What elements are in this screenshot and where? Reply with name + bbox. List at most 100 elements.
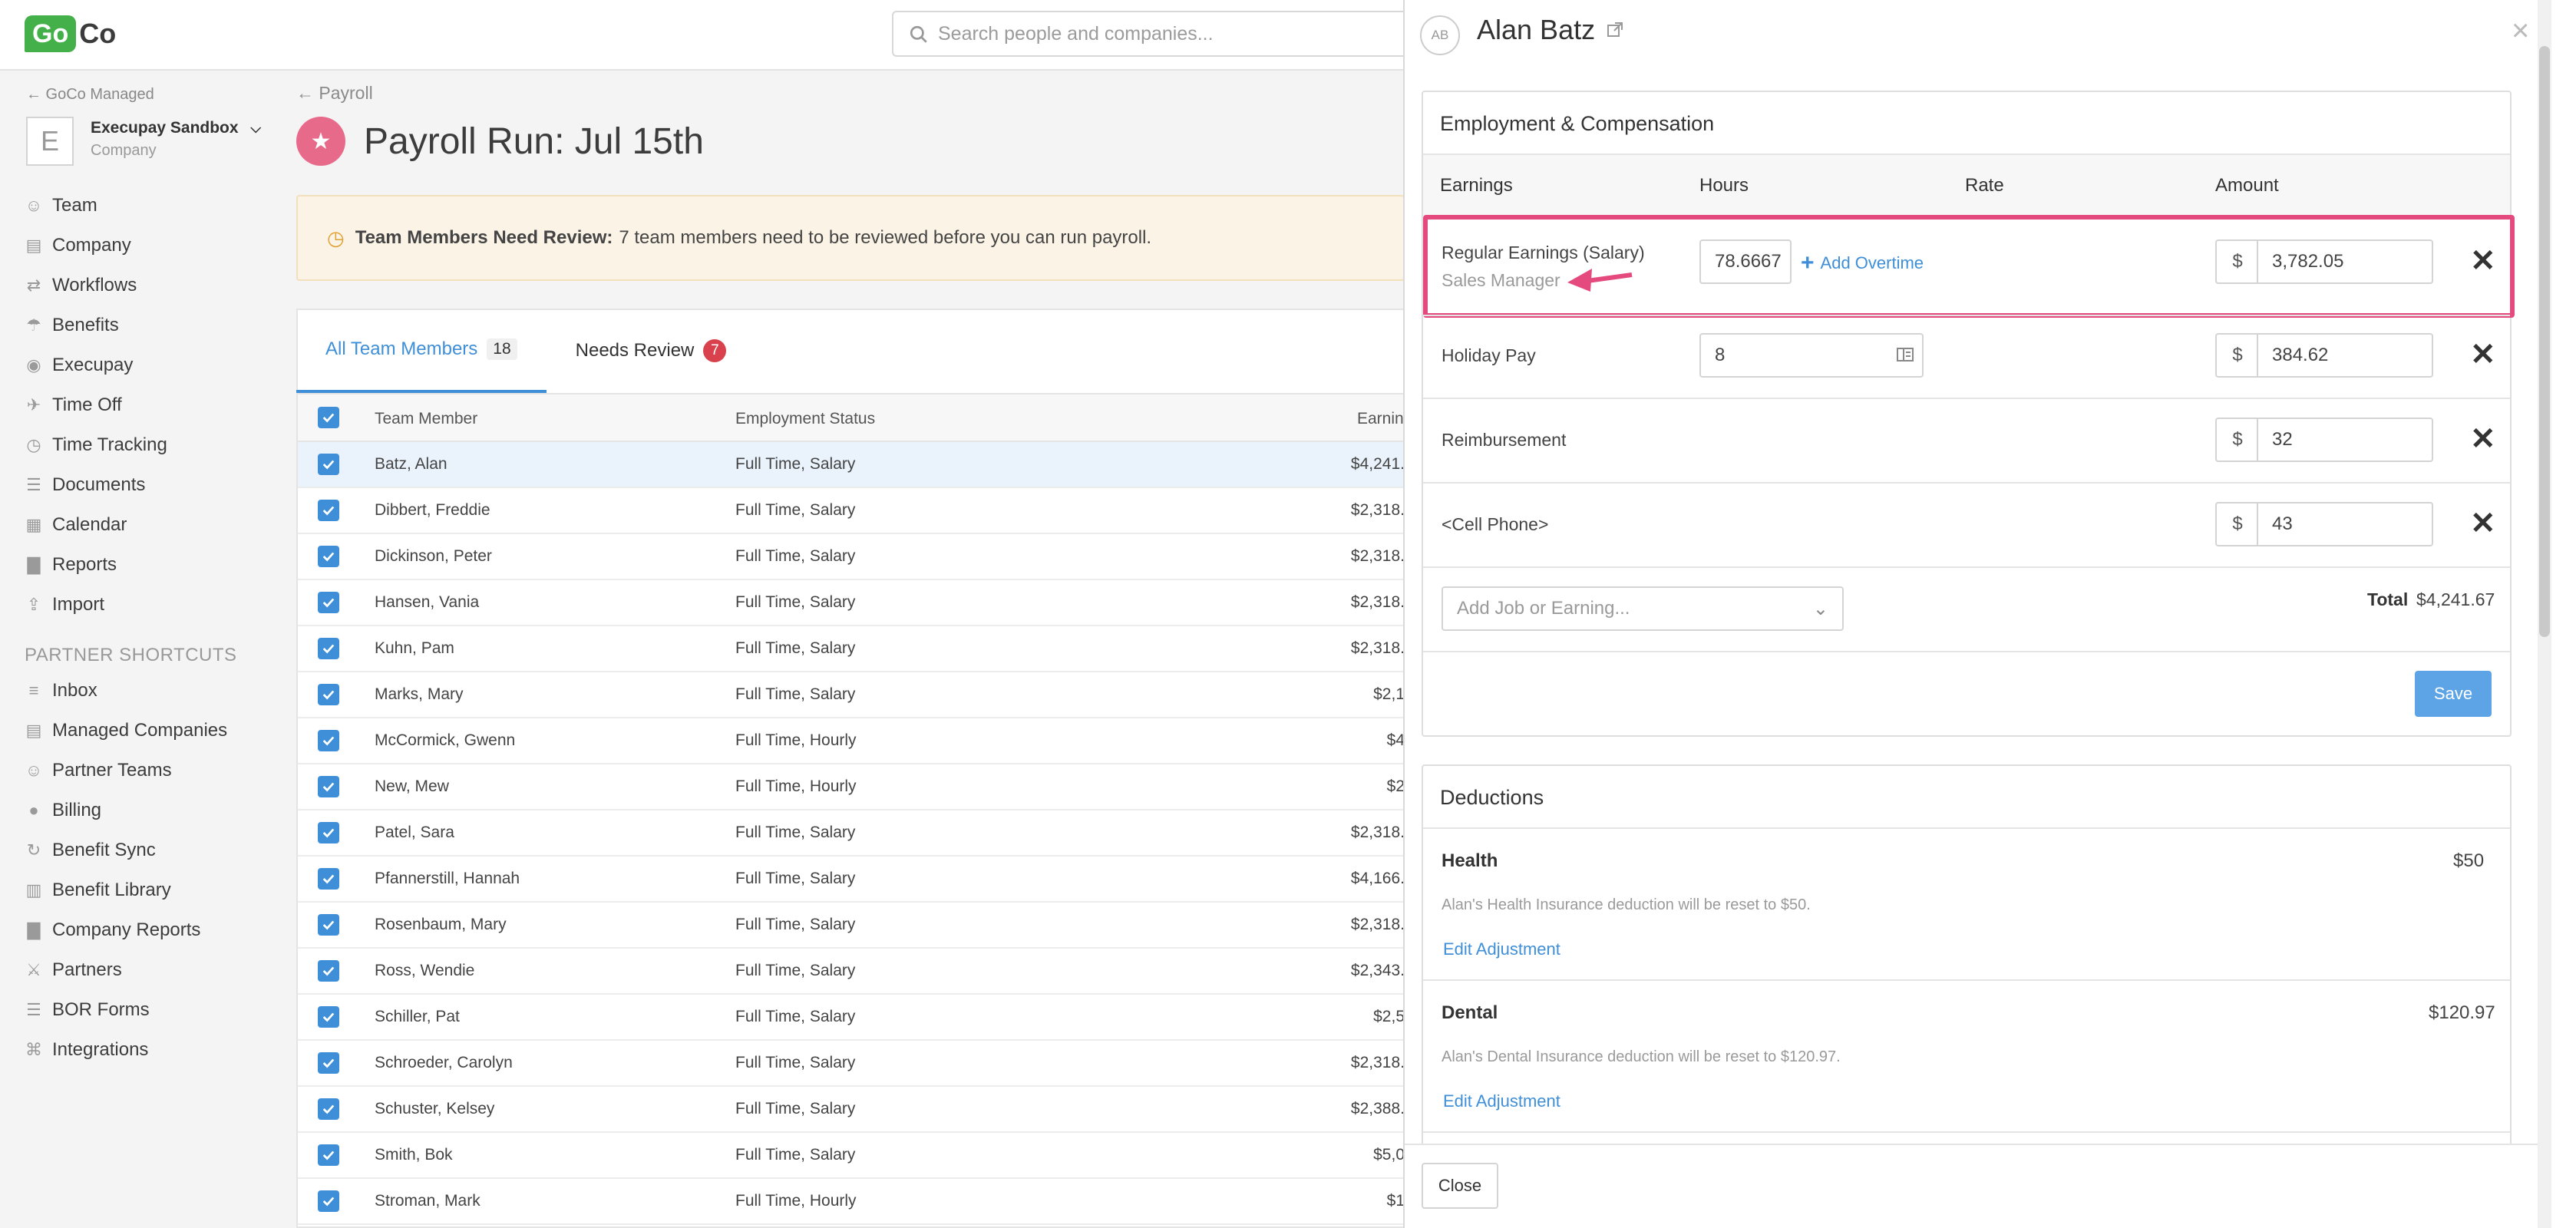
sidebar-item-import[interactable]: ⇪ Import <box>25 589 104 620</box>
breadcrumb[interactable]: ← Payroll <box>296 83 373 104</box>
cell-status: Full Time, Salary <box>735 1008 856 1025</box>
external-link-icon[interactable] <box>1606 21 1624 39</box>
sidebar-item-benefit-sync[interactable]: ↻ Benefit Sync <box>25 835 156 866</box>
calculator-icon[interactable] <box>1896 345 1914 368</box>
table-row[interactable]: Kuhn, Pam Full Time, Salary $2,318. <box>298 626 1405 672</box>
row-checkbox[interactable] <box>318 1041 339 1085</box>
goco-managed-link[interactable]: ← GoCo Managed <box>26 86 154 104</box>
row-checkbox[interactable] <box>318 534 339 579</box>
check-icon <box>322 782 335 792</box>
sidebar-item-calendar[interactable]: ▦ Calendar <box>25 510 127 540</box>
sidebar-item-partner-teams[interactable]: ☺ Partner Teams <box>25 755 172 786</box>
building-icon: ▤ <box>25 721 42 740</box>
row-checkbox[interactable] <box>318 949 339 993</box>
avatar: AB <box>1420 15 1460 55</box>
sidebar-item-billing[interactable]: ● Billing <box>25 795 101 826</box>
sidebar-item-bor-forms[interactable]: ☰ BOR Forms <box>25 995 150 1025</box>
amount-input[interactable]: 32 <box>2257 418 2433 462</box>
close-button[interactable]: Close <box>1422 1163 1498 1209</box>
select-all-checkbox[interactable] <box>318 407 339 428</box>
sidebar-item-benefit-library[interactable]: ▥ Benefit Library <box>25 875 171 906</box>
search-input[interactable]: Search people and companies... <box>892 11 1414 57</box>
sidebar-item-company-reports[interactable]: ▇ Company Reports <box>25 915 201 946</box>
table-row[interactable]: Dibbert, Freddie Full Time, Salary $2,318. <box>298 488 1405 534</box>
row-checkbox[interactable] <box>318 1133 339 1177</box>
sidebar-item-team[interactable]: ☺ Team <box>25 190 97 221</box>
table-row[interactable]: McCormick, Gwenn Full Time, Hourly $4 <box>298 718 1405 764</box>
sidebar-item-time-tracking[interactable]: ◷ Time Tracking <box>25 430 167 460</box>
cell-earnings: $2,343. <box>1351 962 1405 979</box>
cell-earnings: $2 <box>1386 777 1405 795</box>
deduction-note: Alan's Dental Insurance deduction will b… <box>1442 1048 1841 1065</box>
amount-input[interactable]: 384.62 <box>2257 333 2433 378</box>
sidebar-item-integrations[interactable]: ⌘ Integrations <box>25 1035 148 1065</box>
row-checkbox[interactable] <box>318 810 339 855</box>
sidebar-item-time-off[interactable]: ✈ Time Off <box>25 390 122 421</box>
table-row[interactable]: Schuster, Kelsey Full Time, Salary $2,388. <box>298 1087 1405 1133</box>
row-checkbox[interactable] <box>318 1087 339 1131</box>
col-team-member[interactable]: Team Member <box>375 410 477 428</box>
sidebar-item-managed-companies[interactable]: ▤ Managed Companies <box>25 715 228 746</box>
edit-adjustment-link[interactable]: Edit Adjustment <box>1443 1091 1560 1111</box>
row-checkbox[interactable] <box>318 442 339 487</box>
row-checkbox[interactable] <box>318 626 339 671</box>
row-checkbox[interactable] <box>318 1179 339 1223</box>
search-icon <box>910 25 927 43</box>
row-checkbox[interactable] <box>318 995 339 1039</box>
cell-name: Ross, Wendie <box>375 962 475 979</box>
table-row[interactable]: Smith, Bok Full Time, Salary $5,0 <box>298 1133 1405 1179</box>
company-switcher[interactable]: Execupay Sandbox ⌵ <box>91 119 261 137</box>
table-row[interactable]: Hansen, Vania Full Time, Salary $2,318. <box>298 580 1405 626</box>
table-row[interactable]: New, Mew Full Time, Hourly $2 <box>298 764 1405 810</box>
remove-earning-icon[interactable]: ✕ <box>2470 339 2496 370</box>
tab-needs-review[interactable]: Needs Review 7 <box>547 309 756 393</box>
save-button[interactable]: Save <box>2415 671 2492 717</box>
table-row[interactable]: Marks, Mary Full Time, Salary $2,1 <box>298 672 1405 718</box>
sidebar-item-label: Company Reports <box>52 919 201 940</box>
table-row[interactable]: Patel, Sara Full Time, Salary $2,318. <box>298 810 1405 857</box>
col-earnings[interactable]: Earnin <box>1357 410 1404 428</box>
row-checkbox[interactable] <box>318 580 339 625</box>
scroll-thumb[interactable] <box>2539 46 2550 637</box>
remove-earning-icon[interactable]: ✕ <box>2470 508 2496 539</box>
earning-label: Holiday Pay <box>1442 345 1536 365</box>
col-employment-status[interactable]: Employment Status <box>735 410 875 428</box>
review-count-badge: 7 <box>703 339 727 362</box>
sidebar-item-execupay[interactable]: ◉ Execupay <box>25 350 133 381</box>
row-checkbox[interactable] <box>318 857 339 901</box>
sidebar-item-documents[interactable]: ☰ Documents <box>25 470 145 500</box>
table-row[interactable]: Rosenbaum, Mary Full Time, Salary $2,318. <box>298 903 1405 949</box>
edit-adjustment-link[interactable]: Edit Adjustment <box>1443 939 1560 959</box>
sidebar-item-reports[interactable]: ▇ Reports <box>25 550 117 580</box>
sidebar-item-company[interactable]: ▤ Company <box>25 230 131 261</box>
table-row[interactable]: Dickinson, Peter Full Time, Salary $2,318. <box>298 534 1405 580</box>
table-row[interactable]: Pfannerstill, Hannah Full Time, Salary $4,… <box>298 857 1405 903</box>
table-row[interactable]: Schroeder, Carolyn Full Time, Salary $2,31… <box>298 1041 1405 1087</box>
logo-go: Go <box>25 15 77 52</box>
table-row[interactable]: Ross, Wendie Full Time, Salary $2,343. <box>298 949 1405 995</box>
row-checkbox[interactable] <box>318 718 339 763</box>
sidebar-item-label: Documents <box>52 474 146 495</box>
sidebar-item-label: Inbox <box>52 680 97 701</box>
row-checkbox[interactable] <box>318 764 339 809</box>
row-checkbox[interactable] <box>318 672 339 717</box>
add-job-select[interactable]: Add Job or Earning... ⌄ <box>1442 586 1844 631</box>
amount-input[interactable]: 43 <box>2257 502 2433 546</box>
tab-all-team-members[interactable]: All Team Members 18 <box>296 309 547 393</box>
hours-input[interactable]: 8 <box>1699 333 1924 378</box>
cell-status: Full Time, Hourly <box>735 777 857 795</box>
remove-earning-icon[interactable]: ✕ <box>2470 424 2496 454</box>
sidebar-item-inbox[interactable]: ≡ Inbox <box>25 675 97 706</box>
close-icon[interactable]: × <box>2512 14 2529 48</box>
sidebar-item-workflows[interactable]: ⇄ Workflows <box>25 270 137 301</box>
table-row[interactable]: Batz, Alan Full Time, Salary $4,241. <box>298 442 1405 488</box>
row-checkbox[interactable] <box>318 488 339 533</box>
sidebar-item-label: Time Tracking <box>52 434 167 455</box>
sidebar-item-benefits[interactable]: ☂ Benefits <box>25 310 119 341</box>
row-checkbox[interactable] <box>318 903 339 947</box>
table-row[interactable]: Schiller, Pat Full Time, Salary $2,5 <box>298 995 1405 1041</box>
cell-name: Dibbert, Freddie <box>375 501 490 519</box>
sidebar-item-partners[interactable]: ⚔ Partners <box>25 955 122 985</box>
table-row[interactable]: Stroman, Mark Full Time, Hourly $1 <box>298 1179 1405 1225</box>
goco-logo[interactable]: Go Co <box>25 14 116 54</box>
